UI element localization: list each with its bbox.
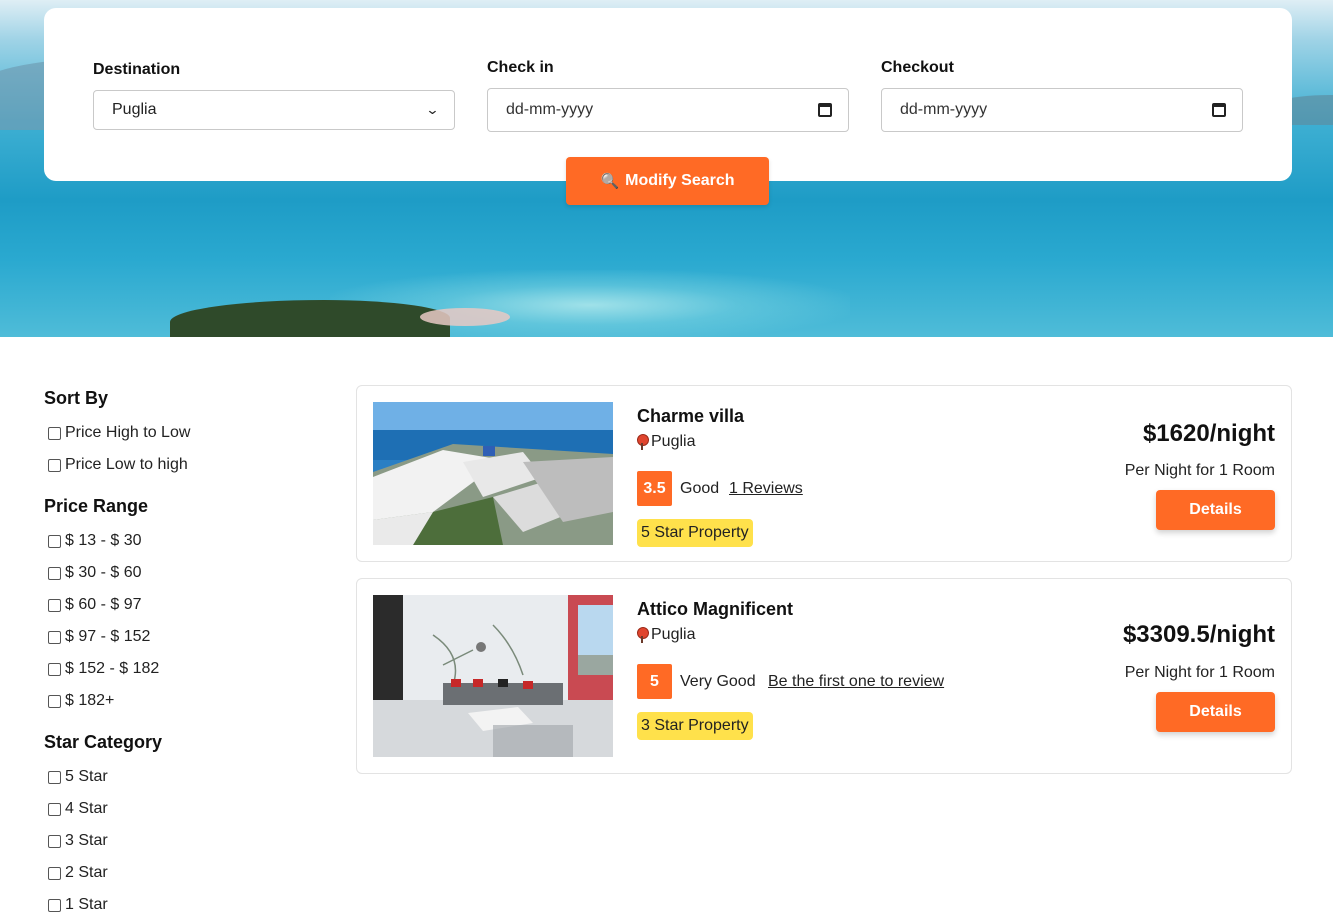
checkbox[interactable] [48, 866, 61, 880]
star-option-label: 2 Star [65, 864, 108, 881]
hotel-location-text: Puglia [651, 626, 696, 643]
star-option[interactable]: 3 Star [48, 832, 108, 850]
price-option-label: $ 30 - $ 60 [65, 564, 142, 581]
star-category-title: Star Category [44, 732, 163, 752]
score-badge: 3.5 [637, 471, 672, 506]
score-badge: 5 [637, 664, 672, 699]
rating-word: Good [680, 480, 720, 497]
checkbox[interactable] [48, 898, 61, 912]
hotel-photo[interactable] [373, 595, 613, 757]
search-card: Destination Puglia ⌄ Check in dd-mm-yyyy… [44, 8, 1292, 181]
checkin-label: Check in [487, 59, 554, 76]
hotel-name[interactable]: Charme villa [637, 406, 744, 427]
checkbox[interactable] [48, 566, 61, 580]
price-option[interactable]: $ 13 - $ 30 [48, 532, 142, 550]
price-option[interactable]: $ 97 - $ 152 [48, 628, 150, 646]
star-option-label: 1 Star [65, 896, 108, 913]
destination-value: Puglia [112, 101, 157, 118]
sort-option-high-low[interactable]: Price High to Low [48, 424, 190, 442]
chevron-down-icon: ⌄ [425, 102, 440, 117]
star-option-label: 5 Star [65, 768, 108, 785]
hero-sand [420, 308, 510, 326]
star-option[interactable]: 1 Star [48, 896, 108, 914]
price-option-label: $ 97 - $ 152 [65, 628, 151, 645]
hotel-location: Puglia [637, 433, 695, 451]
hero-island [170, 300, 450, 337]
sort-option-low-high[interactable]: Price Low to high [48, 456, 188, 474]
checkbox[interactable] [48, 694, 61, 708]
price-option[interactable]: $ 60 - $ 97 [48, 596, 142, 614]
hotel-location: Puglia [637, 626, 695, 644]
details-button[interactable]: Details [1156, 692, 1275, 732]
checkbox[interactable] [48, 630, 61, 644]
checkbox[interactable] [48, 534, 61, 548]
calendar-icon[interactable] [818, 103, 832, 117]
destination-select[interactable]: Puglia ⌄ [93, 90, 455, 130]
sort-option-label: Price High to Low [65, 424, 191, 441]
star-option-label: 4 Star [65, 800, 108, 817]
map-pin-icon [637, 627, 649, 643]
checkbox[interactable] [48, 598, 61, 612]
price-option[interactable]: $ 152 - $ 182 [48, 660, 159, 678]
hotel-photo[interactable] [373, 402, 613, 545]
details-button[interactable]: Details [1156, 490, 1275, 530]
price-per-night: $3309.5/night [1122, 621, 1275, 648]
star-option[interactable]: 2 Star [48, 864, 108, 882]
hotel-photo-interior [373, 595, 613, 757]
price-option-label: $ 13 - $ 30 [65, 532, 142, 549]
magnifier-icon: 🔍 [600, 173, 620, 190]
sort-by-title: Sort By [44, 388, 109, 408]
hotel-name[interactable]: Attico Magnificent [637, 599, 793, 620]
checkbox[interactable] [48, 662, 61, 676]
modify-search-label: Modify Search [625, 172, 735, 189]
checkout-label: Checkout [881, 59, 954, 76]
hotel-card: Charme villa Puglia 3.5 Good 1 Reviews 5… [356, 385, 1292, 562]
checkbox[interactable] [48, 458, 61, 472]
checkbox[interactable] [48, 426, 61, 440]
checkout-placeholder: dd-mm-yyyy [900, 101, 988, 118]
price-per-night: $1620/night [1142, 420, 1275, 447]
star-property-tag: 3 Star Property [637, 712, 753, 740]
map-pin-icon [637, 434, 649, 450]
hotel-photo-villa [373, 402, 613, 545]
modify-search-button[interactable]: 🔍 Modify Search [566, 157, 769, 205]
star-option-label: 3 Star [65, 832, 108, 849]
checkout-input[interactable]: dd-mm-yyyy [881, 88, 1243, 132]
per-night-note: Per Night for 1 Room [1124, 462, 1275, 479]
hotel-location-text: Puglia [651, 433, 696, 450]
star-option[interactable]: 5 Star [48, 768, 108, 786]
calendar-icon[interactable] [1212, 103, 1226, 117]
price-option[interactable]: $ 182+ [48, 692, 114, 710]
checkbox[interactable] [48, 802, 61, 816]
star-option[interactable]: 4 Star [48, 800, 108, 818]
checkbox[interactable] [48, 834, 61, 848]
reviews-link[interactable]: Be the first one to review [768, 673, 944, 691]
price-option-label: $ 60 - $ 97 [65, 596, 142, 613]
checkin-placeholder: dd-mm-yyyy [506, 101, 594, 118]
checkbox[interactable] [48, 770, 61, 784]
hero-banner: Destination Puglia ⌄ Check in dd-mm-yyyy… [0, 0, 1333, 337]
price-range-title: Price Range [44, 496, 149, 516]
price-option-label: $ 152 - $ 182 [65, 660, 160, 677]
destination-label: Destination [93, 61, 181, 78]
star-property-tag: 5 Star Property [637, 519, 753, 547]
rating-word: Very Good [680, 673, 756, 690]
sort-option-label: Price Low to high [65, 456, 188, 473]
per-night-note: Per Night for 1 Room [1124, 664, 1275, 681]
reviews-link[interactable]: 1 Reviews [729, 480, 803, 498]
checkin-input[interactable]: dd-mm-yyyy [487, 88, 849, 132]
price-option[interactable]: $ 30 - $ 60 [48, 564, 142, 582]
hotel-card: Attico Magnificent Puglia 5 Very Good Be… [356, 578, 1292, 774]
price-option-label: $ 182+ [65, 692, 115, 709]
